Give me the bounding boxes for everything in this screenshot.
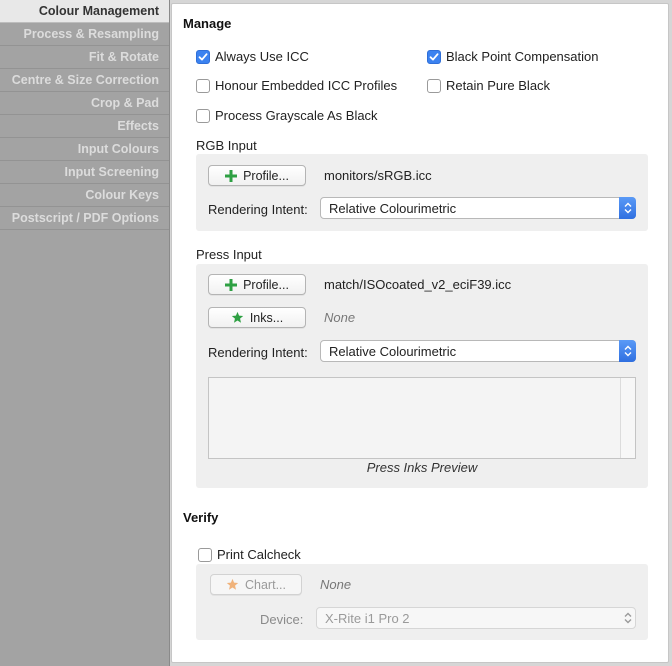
sidebar: Colour Management Process & Resampling F…: [0, 0, 170, 666]
press-rendering-intent-label: Rendering Intent:: [208, 345, 308, 360]
select-arrows-icon: [619, 607, 636, 629]
rgb-rendering-intent-value: Relative Colourimetric: [329, 200, 457, 216]
checkbox-checked-icon: [427, 49, 441, 64]
press-input-heading: Press Input: [196, 247, 262, 262]
print-calcheck-label: Print Calcheck: [217, 547, 301, 562]
press-rendering-intent-select[interactable]: Relative Colourimetric: [320, 340, 636, 362]
retain-pure-black-checkbox[interactable]: Retain Pure Black: [427, 78, 550, 93]
plus-icon: [225, 278, 238, 291]
sidebar-item-centre-size-correction[interactable]: Centre & Size Correction: [0, 69, 169, 92]
star-icon: [226, 578, 239, 591]
device-select[interactable]: X-Rite i1 Pro 2: [316, 607, 636, 629]
rgb-profile-button[interactable]: Profile...: [208, 165, 306, 186]
checkbox-unchecked-icon: [198, 547, 212, 562]
always-use-icc-checkbox[interactable]: Always Use ICC: [196, 49, 309, 64]
process-grayscale-label: Process Grayscale As Black: [215, 108, 378, 123]
press-profile-button[interactable]: Profile...: [208, 274, 306, 295]
sidebar-item-fit-rotate[interactable]: Fit & Rotate: [0, 46, 169, 69]
verify-heading: Verify: [183, 510, 219, 525]
rgb-profile-button-label: Profile...: [243, 168, 289, 183]
chart-button[interactable]: Chart...: [210, 574, 302, 595]
select-arrows-icon: [619, 340, 636, 362]
sidebar-item-input-colours[interactable]: Input Colours: [0, 138, 169, 161]
checkbox-unchecked-icon: [196, 108, 210, 123]
plus-icon: [225, 169, 238, 182]
device-label: Device:: [260, 612, 304, 627]
black-point-compensation-checkbox[interactable]: Black Point Compensation: [427, 49, 598, 64]
sidebar-item-crop-pad[interactable]: Crop & Pad: [0, 92, 169, 115]
black-point-compensation-label: Black Point Compensation: [446, 49, 599, 64]
press-inks-button[interactable]: Inks...: [208, 307, 306, 328]
press-rendering-intent-value: Relative Colourimetric: [329, 343, 457, 359]
press-inks-preview[interactable]: [208, 377, 636, 459]
sidebar-item-effects[interactable]: Effects: [0, 115, 169, 138]
rgb-rendering-intent-label: Rendering Intent:: [208, 202, 308, 217]
preview-scrollbar[interactable]: [620, 378, 635, 458]
checkbox-unchecked-icon: [196, 78, 210, 93]
chart-button-label: Chart...: [245, 577, 286, 592]
star-icon: [231, 311, 244, 324]
press-profile-value: match/ISOcoated_v2_eciF39.icc: [324, 277, 512, 292]
chart-value: None: [320, 577, 352, 592]
press-inks-preview-caption: Press Inks Preview: [366, 460, 478, 475]
sidebar-item-postscript-pdf-options[interactable]: Postscript / PDF Options: [0, 207, 169, 230]
press-profile-button-label: Profile...: [243, 277, 289, 292]
checkbox-unchecked-icon: [427, 78, 441, 93]
rgb-input-heading: RGB Input: [196, 138, 257, 153]
rgb-profile-value: monitors/sRGB.icc: [324, 168, 432, 183]
sidebar-item-colour-keys[interactable]: Colour Keys: [0, 184, 169, 207]
always-use-icc-label: Always Use ICC: [215, 49, 309, 64]
print-calcheck-checkbox[interactable]: Print Calcheck: [198, 547, 301, 562]
honour-embedded-icc-checkbox[interactable]: Honour Embedded ICC Profiles: [196, 78, 397, 93]
checkbox-checked-icon: [196, 49, 210, 64]
rgb-rendering-intent-select[interactable]: Relative Colourimetric: [320, 197, 636, 219]
honour-embedded-icc-label: Honour Embedded ICC Profiles: [215, 78, 398, 93]
press-inks-button-label: Inks...: [249, 310, 284, 325]
manage-heading: Manage: [183, 16, 232, 31]
sidebar-item-colour-management[interactable]: Colour Management: [0, 0, 169, 23]
sidebar-item-process-resampling[interactable]: Process & Resampling: [0, 23, 169, 46]
sidebar-item-input-screening[interactable]: Input Screening: [0, 161, 169, 184]
process-grayscale-checkbox[interactable]: Process Grayscale As Black: [196, 108, 378, 123]
retain-pure-black-label: Retain Pure Black: [446, 78, 551, 93]
select-arrows-icon: [619, 197, 636, 219]
device-value: X-Rite i1 Pro 2: [325, 610, 410, 626]
main-panel: Manage Always Use ICC Black Point Compen…: [171, 3, 669, 663]
press-inks-value: None: [324, 310, 356, 325]
